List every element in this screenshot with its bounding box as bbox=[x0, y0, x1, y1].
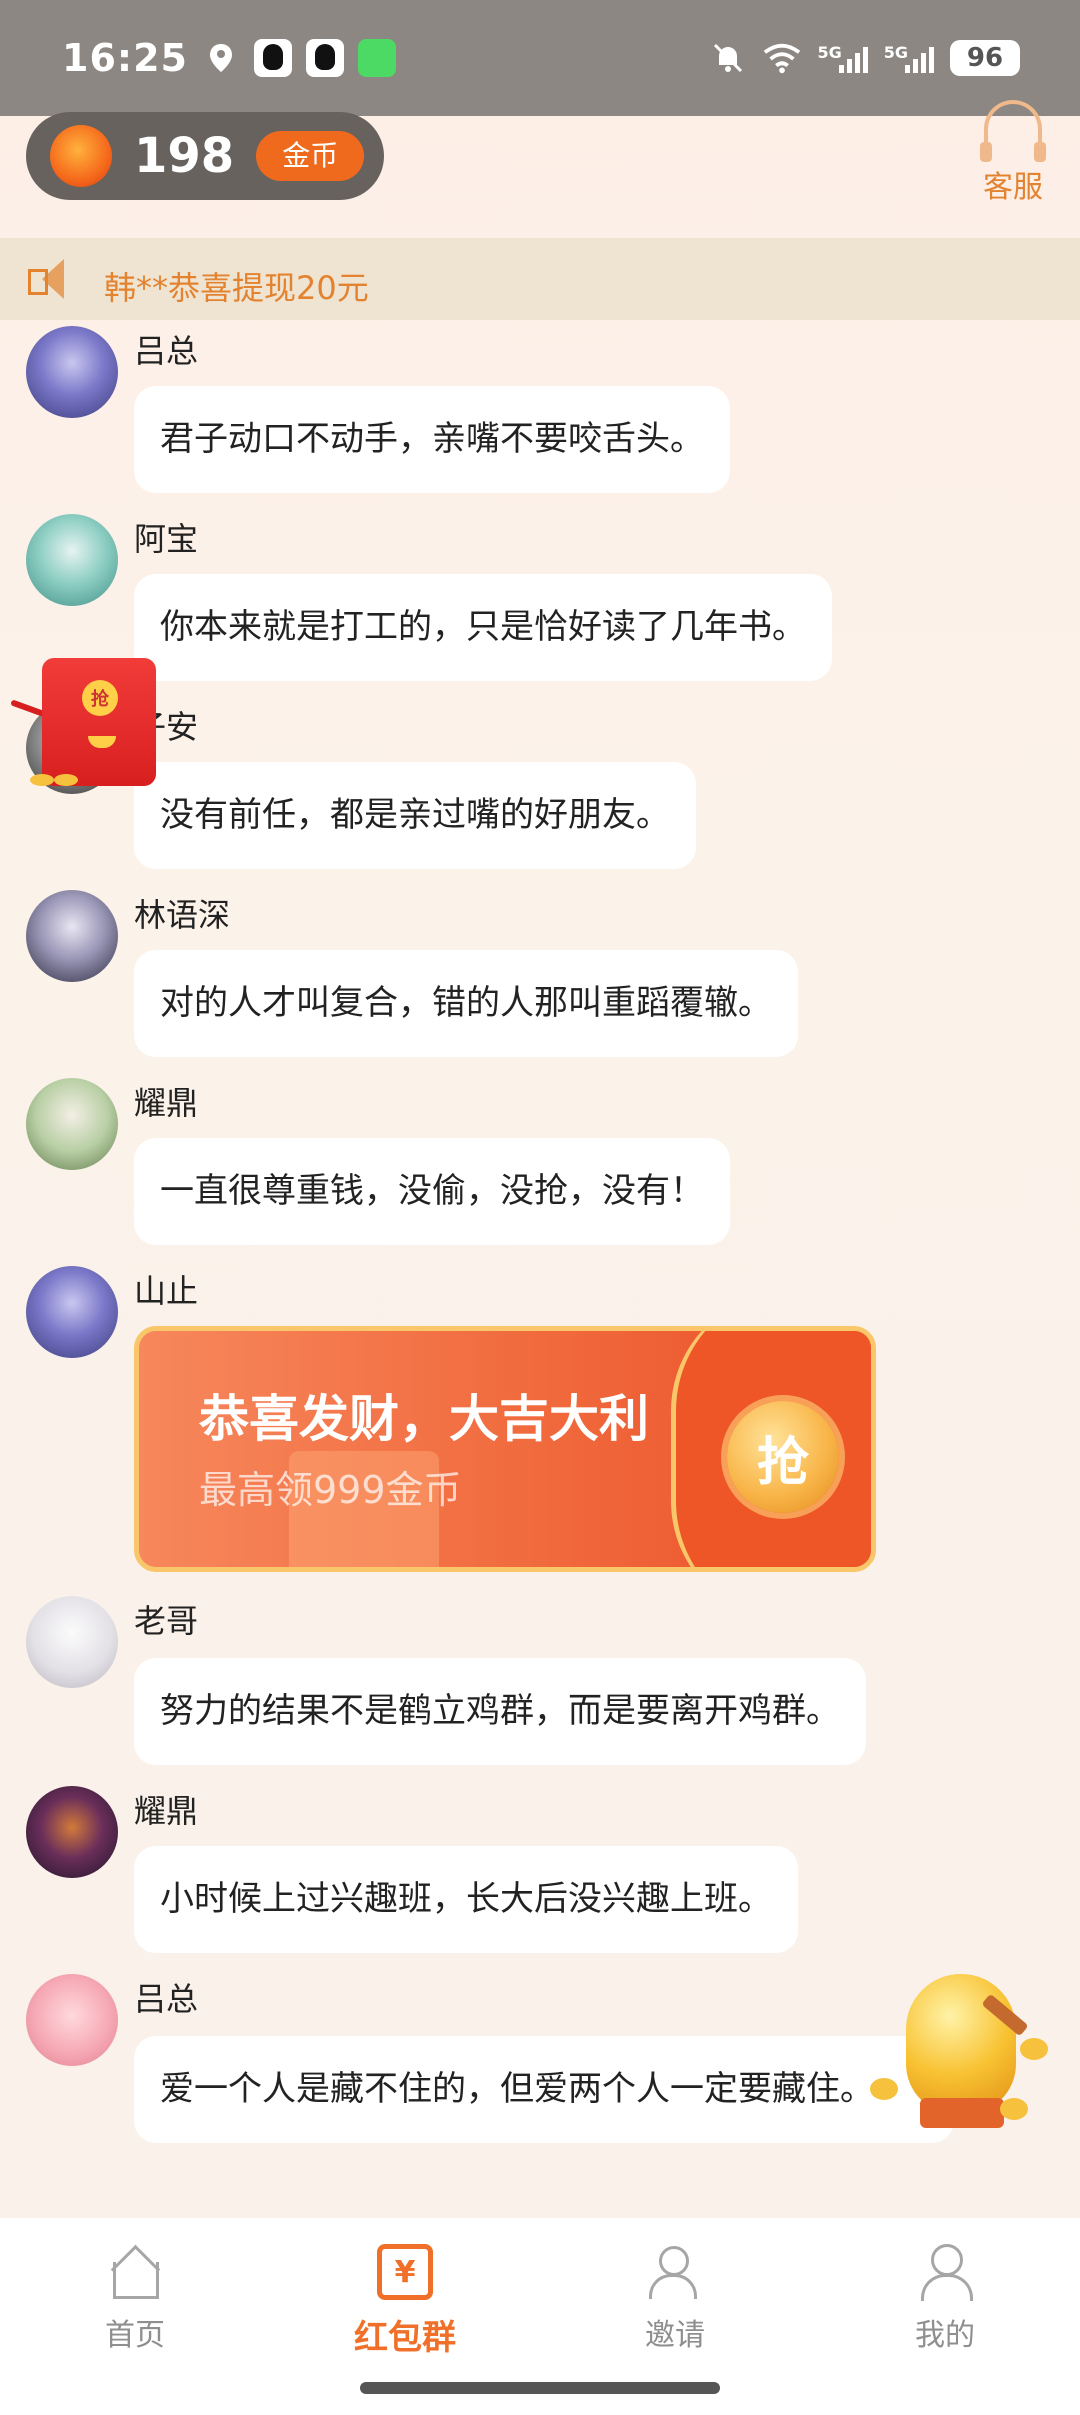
tab-me[interactable]: 我的 bbox=[845, 2244, 1045, 2415]
coin-icon bbox=[54, 774, 78, 786]
message-bubble[interactable]: 君子动口不动手，亲嘴不要咬舌头。 bbox=[134, 386, 730, 493]
message-bubble[interactable]: 没有前任，都是亲过嘴的好朋友。 bbox=[134, 762, 696, 869]
status-bar: 16:25 5G 5G 96 bbox=[0, 0, 1080, 116]
avatar[interactable] bbox=[26, 1786, 118, 1878]
sender-name: 吕总 bbox=[134, 332, 199, 370]
speaker-icon bbox=[28, 259, 76, 299]
coin-balance[interactable]: 198 金币 bbox=[26, 112, 384, 200]
sender-name: 耀鼎 bbox=[134, 1084, 199, 1122]
floating-red-envelope[interactable]: 抢 bbox=[10, 656, 160, 796]
notice-bar: 韩**恭喜提现20元 bbox=[0, 238, 1080, 320]
sender-name: 阿宝 bbox=[134, 520, 199, 558]
coin-icon bbox=[1000, 2098, 1028, 2120]
egg-shell bbox=[906, 1974, 1016, 2114]
battery-level: 96 bbox=[950, 40, 1020, 76]
customer-service-label: 客服 bbox=[983, 170, 1043, 205]
red-packet-card[interactable]: 恭喜发财，大吉大利 最高领999金币 抢 bbox=[134, 1326, 876, 1572]
tab-red-packet-group-label: 红包群 bbox=[354, 2318, 456, 2358]
location-icon bbox=[202, 39, 240, 77]
avatar[interactable] bbox=[26, 326, 118, 418]
avatar[interactable] bbox=[26, 1596, 118, 1688]
sender-name: 山止 bbox=[134, 1272, 199, 1310]
message-bubble[interactable]: 努力的结果不是鹤立鸡群，而是要离开鸡群。 bbox=[134, 1658, 866, 1765]
user-icon bbox=[917, 2244, 973, 2301]
wifi-icon bbox=[763, 39, 801, 77]
avatar[interactable] bbox=[26, 1078, 118, 1170]
message-bubble[interactable]: 一直很尊重钱，没偷，没抢，没有！ bbox=[134, 1138, 730, 1245]
avatar[interactable] bbox=[26, 1266, 118, 1358]
envelope-body bbox=[42, 658, 156, 786]
message-bubble[interactable]: 对的人才叫复合，错的人那叫重蹈覆辙。 bbox=[134, 950, 798, 1057]
grab-button[interactable]: 抢 bbox=[727, 1401, 839, 1513]
home-indicator[interactable] bbox=[360, 2382, 720, 2394]
tab-invite-label: 邀请 bbox=[645, 2318, 705, 2353]
golden-egg-icon[interactable] bbox=[870, 1968, 1050, 2148]
red-packet-title: 恭喜发财，大吉大利 bbox=[199, 1390, 649, 1448]
network-label: 5G bbox=[817, 43, 842, 62]
coin-icon bbox=[30, 774, 54, 786]
network-label-2: 5G bbox=[883, 43, 908, 62]
message-bubble[interactable]: 你本来就是打工的，只是恰好读了几年书。 bbox=[134, 574, 832, 681]
sender-name: 林语深 bbox=[134, 896, 231, 934]
home-icon bbox=[107, 2244, 163, 2300]
sender-name: 吕总 bbox=[134, 1980, 199, 2018]
tab-me-label: 我的 bbox=[915, 2318, 975, 2353]
notice-text: 韩**恭喜提现20元 bbox=[104, 269, 369, 307]
headset-icon bbox=[980, 100, 1046, 162]
mute-icon bbox=[709, 39, 747, 77]
mascot-icon bbox=[50, 125, 112, 187]
signal-strength-icon-2: 5G bbox=[884, 43, 934, 73]
customer-service-button[interactable]: 客服 bbox=[968, 100, 1058, 206]
sender-name: 老哥 bbox=[134, 1602, 199, 1640]
envelope-seal: 抢 bbox=[82, 680, 118, 716]
avatar[interactable] bbox=[26, 1974, 118, 2066]
coin-count: 198 bbox=[134, 128, 235, 184]
qq-notification-icon-2 bbox=[305, 39, 344, 77]
sender-name: 耀鼎 bbox=[134, 1792, 199, 1830]
signal-strength-icon: 5G bbox=[817, 43, 868, 73]
tab-home-label: 首页 bbox=[105, 2318, 165, 2353]
avatar[interactable] bbox=[26, 890, 118, 982]
coin-badge: 金币 bbox=[256, 131, 365, 181]
invite-user-icon bbox=[647, 2244, 703, 2300]
message-bubble[interactable]: 小时候上过兴趣班，长大后没兴趣上班。 bbox=[134, 1846, 798, 1953]
coin-icon bbox=[870, 2078, 898, 2100]
wechat-notification-icon bbox=[357, 39, 396, 77]
red-packet-subtitle: 最高领999金币 bbox=[199, 1468, 462, 1512]
egg-base bbox=[920, 2098, 1004, 2128]
red-packet-icon: ¥ bbox=[377, 2244, 433, 2300]
coin-icon bbox=[1020, 2038, 1048, 2060]
message-bubble[interactable]: 爱一个人是藏不住的，但爱两个人一定要藏住。 bbox=[134, 2036, 954, 2143]
status-time: 16:25 bbox=[62, 36, 188, 80]
tab-home[interactable]: 首页 bbox=[35, 2244, 235, 2415]
avatar[interactable] bbox=[26, 514, 118, 606]
qq-notification-icon bbox=[253, 39, 292, 77]
